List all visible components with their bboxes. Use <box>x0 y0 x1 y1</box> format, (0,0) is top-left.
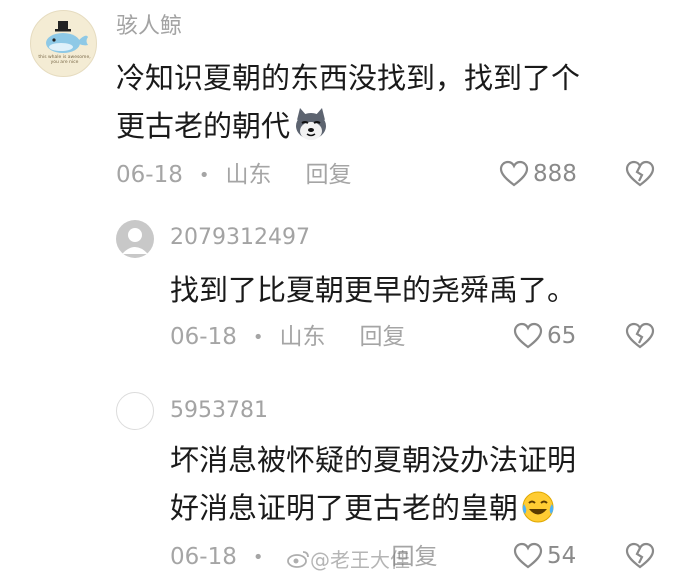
like-button[interactable]: 54 <box>513 542 576 570</box>
whale-icon <box>46 21 88 53</box>
heart-icon <box>499 160 529 187</box>
crying-laughing-emoji <box>520 490 556 538</box>
comment-date: 06-18 <box>170 324 237 350</box>
comment-text: 冷知识夏朝的东西没找到，找到了个 更古老的朝代 <box>116 54 580 156</box>
comment-line: 好消息证明了更古老的皇朝 <box>170 491 519 525</box>
like-button[interactable]: 65 <box>513 322 576 350</box>
comment-line: 坏消息被怀疑的夏朝没办法证明 <box>170 443 577 477</box>
username[interactable]: 骇人鲸 <box>116 16 182 38</box>
dislike-button[interactable] <box>625 322 655 354</box>
dislike-button[interactable] <box>625 542 655 574</box>
avatar-caption: you are nice <box>50 60 79 65</box>
username[interactable]: 2079312497 <box>170 227 310 249</box>
dog-face-emoji <box>292 106 330 156</box>
broken-heart-icon <box>625 322 655 349</box>
reply-button[interactable]: 回复 <box>305 164 351 187</box>
comment-location: 山东 <box>225 162 272 188</box>
comment-meta: 06-18 • 山东 回复 <box>116 164 351 187</box>
comment-meta: 06-18 • 山东 回复 <box>170 326 405 349</box>
broken-heart-icon <box>625 160 655 187</box>
comment-line-with-emoji: 更古老的朝代 <box>116 102 580 156</box>
dislike-button[interactable] <box>625 160 655 192</box>
user-avatar[interactable] <box>116 392 154 430</box>
username[interactable]: 5953781 <box>170 400 268 422</box>
comment-line: 更古老的朝代 <box>116 109 291 143</box>
default-user-icon <box>122 228 148 254</box>
comment-line-with-emoji: 好消息证明了更古老的皇朝 <box>170 484 576 538</box>
comment-line: 冷知识夏朝的东西没找到，找到了个 <box>116 61 581 95</box>
watermark-text: @老王大佳 <box>310 548 410 572</box>
comment-text: 坏消息被怀疑的夏朝没办法证明 好消息证明了更古老的皇朝 <box>170 436 576 538</box>
weibo-logo-icon <box>287 550 309 568</box>
separator-dot: • <box>252 326 264 348</box>
comment-line: 找到了比夏朝更早的尧舜禹了。 <box>170 273 577 307</box>
heart-icon <box>513 322 543 349</box>
separator-dot: • <box>252 546 264 568</box>
broken-heart-icon <box>625 542 655 569</box>
comment-date: 06-18 <box>116 162 183 188</box>
separator-dot: • <box>198 164 210 186</box>
user-avatar[interactable]: this whale is awesome, you are nice <box>30 10 97 77</box>
comment-text: 找到了比夏朝更早的尧舜禹了。 <box>170 266 576 314</box>
heart-icon <box>513 542 543 569</box>
like-count: 888 <box>533 160 577 187</box>
comment-location: 山东 <box>279 324 326 350</box>
watermark: @老王大佳 <box>286 544 410 573</box>
user-avatar[interactable] <box>116 220 154 258</box>
like-count: 65 <box>547 322 577 349</box>
like-count: 54 <box>547 542 577 569</box>
reply-button[interactable]: 回复 <box>359 326 405 349</box>
like-button[interactable]: 888 <box>499 160 577 188</box>
comment-date: 06-18 <box>170 544 237 570</box>
